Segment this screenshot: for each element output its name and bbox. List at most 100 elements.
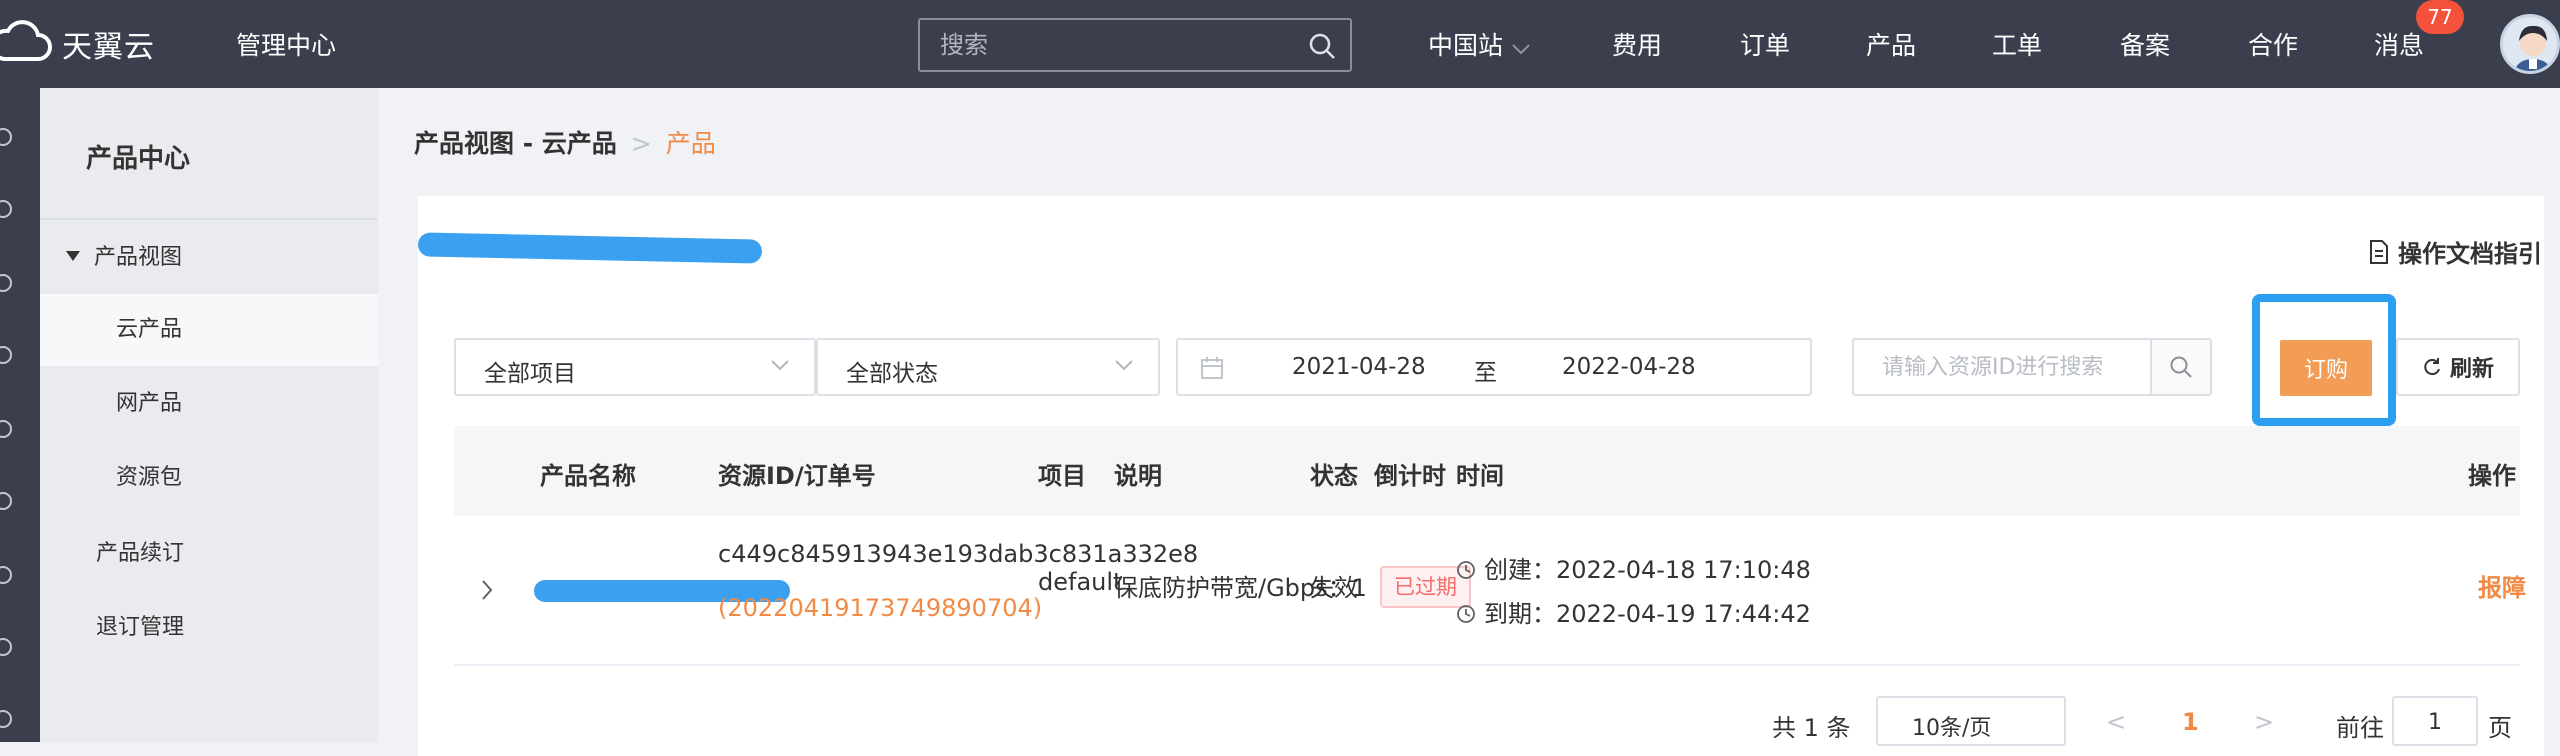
rail-icon[interactable] [0, 638, 12, 656]
goto-page-input[interactable]: 1 [2392, 696, 2478, 746]
expire-time: 到期：2022-04-19 17:44:42 [1456, 594, 1811, 629]
nav-filing[interactable]: 备案 [2120, 26, 2170, 62]
nav-messages[interactable]: 消息 [2374, 26, 2424, 62]
breadcrumb-separator: > [630, 129, 652, 158]
chevron-down-icon [1512, 44, 1530, 55]
created-time: 创建：2022-04-18 17:10:48 [1456, 550, 1811, 585]
date-start[interactable]: 2021-04-28 [1292, 354, 1426, 380]
expire-time-text: 到期：2022-04-19 17:44:42 [1484, 600, 1811, 628]
document-icon [2370, 239, 2388, 264]
product-list-card: 操作文档指引 全部项目 全部状态 2021-04-28 至 2022-04-28 [417, 196, 2544, 756]
next-page-button[interactable]: > [2254, 708, 2274, 736]
search-icon[interactable] [1308, 32, 1336, 60]
chevron-right-icon[interactable] [480, 578, 494, 602]
sidebar-item-label: 网产品 [116, 391, 183, 416]
date-range-picker[interactable]: 2021-04-28 至 2022-04-28 [1176, 338, 1812, 396]
created-time-text: 创建：2022-04-18 17:10:48 [1484, 556, 1811, 584]
resource-id: c449c845913943e193dab3c831a332e8 [718, 540, 1199, 568]
rail-icon[interactable] [0, 346, 12, 364]
user-avatar[interactable] [2500, 14, 2560, 74]
order-button[interactable]: 订购 [2280, 340, 2372, 396]
page-size-select[interactable]: 10条/页 [1876, 696, 2066, 746]
brand-name: 天翼云 [62, 30, 155, 65]
chevron-down-icon [1115, 360, 1133, 371]
nav-orders[interactable]: 订单 [1740, 26, 1790, 62]
column-header-project: 项目 [1038, 462, 1086, 490]
status-select-value: 全部状态 [846, 361, 938, 387]
column-header-product-name: 产品名称 [540, 462, 636, 490]
rail-icon[interactable] [0, 274, 12, 292]
sidebar-title: 产品中心 [86, 144, 191, 174]
sidebar-item-resource-packs[interactable]: 资源包 [40, 442, 378, 514]
date-end[interactable]: 2022-04-28 [1562, 354, 1696, 380]
nav-region[interactable]: 中国站 [1428, 26, 1531, 62]
nav-region-label: 中国站 [1428, 31, 1504, 60]
prev-page-button[interactable]: < [2106, 708, 2126, 736]
global-search-input[interactable] [920, 20, 1350, 70]
avatar-icon [2514, 25, 2552, 71]
breadcrumb-parent[interactable]: 产品视图 - 云产品 [414, 129, 617, 158]
nav-partner[interactable]: 合作 [2248, 26, 2298, 62]
pagination-total: 共 1 条 [1772, 714, 1851, 742]
sidebar-item-cloud-products[interactable]: 云产品 [40, 294, 378, 366]
breadcrumb: 产品视图 - 云产品 > 产品 [414, 124, 716, 160]
sidebar-item-label: 资源包 [116, 465, 183, 490]
sidebar-item-network-products[interactable]: 网产品 [40, 368, 378, 440]
resource-id-search-input[interactable] [1854, 340, 2154, 394]
sidebar-item-product-view[interactable]: 产品视图 [40, 222, 378, 294]
nav-products[interactable]: 产品 [1866, 26, 1916, 62]
report-fault-link[interactable]: 报障 [2478, 568, 2526, 603]
table-header: 产品名称 资源ID/订单号 项目 说明 状态 倒计时 时间 操作 [454, 426, 2520, 516]
sidebar-item-label: 云产品 [116, 317, 183, 342]
date-range-separator: 至 [1474, 360, 1497, 386]
column-header-resource-id: 资源ID/订单号 [718, 462, 876, 490]
rail-icon[interactable] [0, 200, 12, 218]
goto-page-value: 1 [2428, 710, 2442, 735]
page-size-value: 10条/页 [1912, 716, 1992, 741]
refresh-button[interactable]: 刷新 [2396, 338, 2520, 396]
console-link[interactable]: 管理中心 [236, 26, 336, 62]
project-select-value: 全部项目 [484, 361, 576, 387]
global-search[interactable] [918, 18, 1352, 72]
goto-label: 前往 [2336, 714, 2384, 742]
order-number-link[interactable]: (20220419173749890704) [718, 594, 1042, 622]
status-cell: 失效 [1310, 574, 1358, 602]
side-icon-rail [0, 88, 40, 742]
doc-link-label: 操作文档指引 [2398, 240, 2542, 268]
rail-icon[interactable] [0, 420, 12, 438]
rail-icon[interactable] [0, 128, 12, 146]
project-select[interactable]: 全部项目 [454, 338, 816, 396]
refresh-button-label: 刷新 [2449, 357, 2494, 382]
search-icon [2170, 356, 2192, 378]
rail-icon[interactable] [0, 492, 12, 510]
cloud-logo-icon [0, 20, 52, 61]
nav-tickets[interactable]: 工单 [1992, 26, 2042, 62]
clock-icon [1457, 561, 1475, 579]
sidebar-item-renewal[interactable]: 产品续订 [40, 518, 378, 590]
sidebar-item-label: 产品视图 [94, 245, 183, 270]
rail-icon[interactable] [0, 710, 12, 728]
nav-billing[interactable]: 费用 [1612, 26, 1662, 62]
sidebar-item-label: 产品续订 [96, 541, 185, 566]
table-row: c449c845913943e193dab3c831a332e8 (202204… [454, 516, 2526, 666]
column-header-status: 状态 [1310, 462, 1358, 490]
caret-down-icon [66, 251, 80, 261]
chevron-down-icon [771, 360, 789, 371]
page-suffix: 页 [2488, 714, 2512, 742]
logo[interactable]: 天翼云 [0, 0, 155, 88]
operation-doc-guide-link[interactable]: 操作文档指引 [2368, 234, 2542, 269]
column-header-countdown: 倒计时 [1374, 462, 1446, 490]
product-center-sidebar: 产品中心 产品视图 云产品 网产品 资源包 产品续订 退订管理 [40, 88, 378, 742]
sidebar-item-unsubscribe[interactable]: 退订管理 [40, 592, 378, 664]
column-header-description: 说明 [1114, 462, 1162, 490]
message-count-badge: 77 [2416, 0, 2464, 34]
sidebar-item-label: 退订管理 [96, 615, 185, 640]
resource-id-search[interactable] [1852, 338, 2212, 396]
page-number-current[interactable]: 1 [2182, 708, 2199, 736]
sidebar-divider [40, 218, 378, 220]
redacted-product-title [417, 232, 763, 264]
status-select[interactable]: 全部状态 [816, 338, 1160, 396]
resource-id-search-button[interactable] [2150, 340, 2210, 394]
rail-icon[interactable] [0, 566, 12, 584]
clock-icon [1457, 605, 1475, 623]
